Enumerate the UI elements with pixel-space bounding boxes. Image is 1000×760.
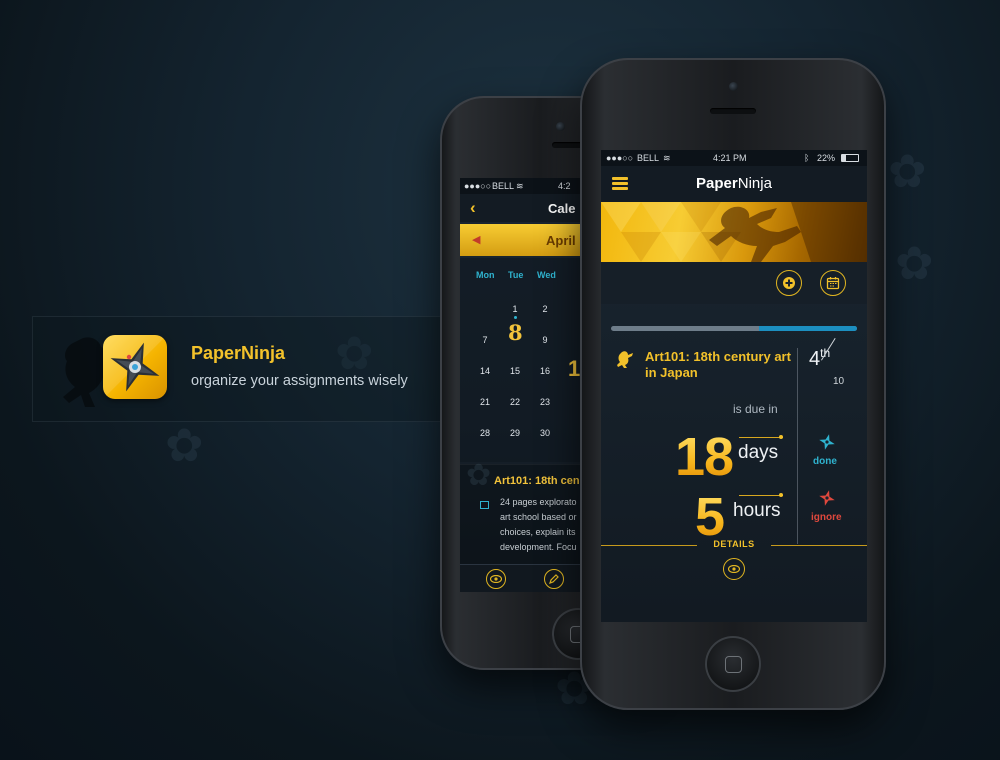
calendar-day[interactable]: 28 [472,428,498,438]
calendar-day[interactable]: 15 [502,366,528,376]
pencil-icon[interactable] [544,569,564,589]
unit-underline [739,495,783,496]
sakura-decoration-icon: ✿ [466,459,492,492]
assignment-description-line: 24 pages explorato [500,497,577,507]
unit-dot [779,493,783,497]
speaker-grille [710,108,756,114]
calendar-day[interactable]: 2 [532,304,558,314]
due-label: is due in [733,402,778,416]
front-camera [729,82,738,91]
progress-fill [758,326,857,331]
hours-unit: hours [733,500,781,521]
status-bar: ●●●○○ BELL ≋ 4:21 PM ᛒ 22% [601,150,867,166]
front-camera [556,122,565,131]
calendar-day[interactable]: 21 [472,397,498,407]
calendar-day[interactable]: 30 [532,428,558,438]
details-label[interactable]: DETAILS [601,539,867,549]
partial-highlighted-day[interactable]: 1 [568,356,580,382]
highlighted-day[interactable]: 8 [508,320,523,345]
action-bar [601,262,867,304]
app-tagline: organize your assignments wisely [191,373,408,389]
bluetooth-icon: ᛒ [804,153,810,163]
phone-front: ●●●○○ BELL ≋ 4:21 PM ᛒ 22% PaperNinja Ar… [580,58,886,710]
calendar-icon[interactable] [820,270,846,296]
days-remaining: 18 [675,427,734,487]
app-nav-bar: PaperNinja [601,166,867,202]
done-button[interactable]: done [809,434,853,474]
hero-banner [601,202,867,262]
rank-number: 4 [809,348,821,370]
app-name: PaperNinja [191,343,286,363]
app-title-bold: Paper [696,175,738,192]
carrier-label: BELL [492,181,515,191]
done-label: done [813,456,837,467]
unit-dot [779,435,783,439]
unit-underline [739,437,783,438]
signal-icon: ●●●○○ [464,181,492,191]
calendar-title: Cale [548,201,576,216]
calendar-day[interactable]: 1 [502,304,528,314]
ignore-label: ignore [811,512,842,523]
hours-remaining: 5 [695,487,725,547]
app-badge: PaperNinja organize your assignments wis… [32,316,452,422]
clock-label: 4:21 PM [713,153,747,163]
chevron-left-icon[interactable]: ‹ [470,198,476,218]
shuriken-ignore-icon [819,490,835,506]
home-button[interactable] [705,636,761,692]
event-dot [514,316,517,319]
calendar-day[interactable]: 14 [472,366,498,376]
calendar-day[interactable]: 9 [532,335,558,345]
sakura-decoration-icon: ✿ [888,145,927,197]
weekday-label: Wed [537,270,556,280]
signal-icon: ●●●○○ [606,153,634,163]
assignment-progress-bar [611,326,857,331]
assignment-description-line: choices, explain its [500,527,576,537]
sakura-decoration-icon: ✿ [895,237,934,289]
assignment-description-line: art school based or [500,512,577,522]
calendar-day[interactable]: 23 [532,397,558,407]
rank-total: 10 [833,376,845,387]
vertical-divider [797,348,798,544]
app-title: PaperNinja [601,175,867,192]
ninja-banner-graphic [601,202,867,262]
shuriken-app-icon [103,335,167,399]
image-icon [480,501,489,509]
sakura-decoration-icon: ✿ [165,419,204,471]
calendar-day[interactable]: 29 [502,428,528,438]
weekday-label: Mon [476,270,495,280]
assignment-title: Art101: 18th cen [494,475,580,487]
clock-label: 4:2 [558,181,571,191]
battery-icon [841,154,859,162]
eye-icon[interactable] [486,569,506,589]
app-title-regular: Ninja [737,175,772,192]
assignment-title[interactable]: Art101: 18th century art in Japan [645,349,795,381]
calendar-day[interactable]: 16 [532,366,558,376]
add-icon[interactable] [776,270,802,296]
days-unit: days [738,442,779,463]
weekday-label: Tue [508,270,524,280]
shuriken-done-icon [819,434,835,450]
carrier-label: BELL [637,153,660,163]
assignment-screen: ●●●○○ BELL ≋ 4:21 PM ᛒ 22% PaperNinja Ar… [601,150,867,622]
assignment-description-line: development. Focu [500,542,577,552]
ninja-icon [617,351,633,368]
eye-icon[interactable] [723,558,745,580]
calendar-day[interactable]: 22 [502,397,528,407]
calendar-day[interactable]: 7 [472,335,498,345]
wifi-icon: ≋ [516,181,524,191]
battery-percent: 22% [817,153,836,163]
ignore-button[interactable]: ignore [807,490,857,530]
arrow-left-icon[interactable]: ◀ [472,233,480,246]
month-name: April [546,233,576,248]
wifi-icon: ≋ [663,153,671,163]
